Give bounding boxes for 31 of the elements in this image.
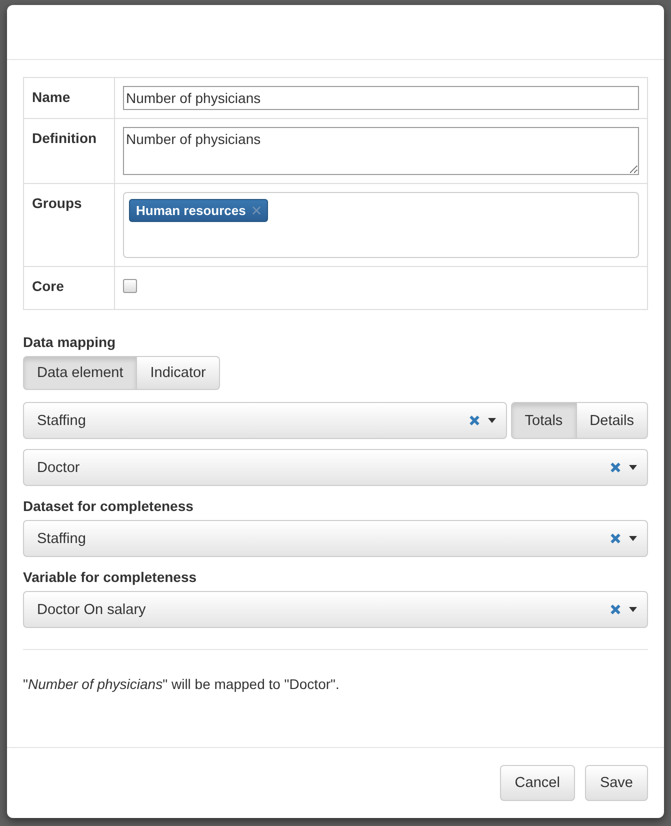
section-label: Data mapping (23, 334, 117, 350)
field-label: Groups (32, 195, 82, 211)
caret-icon (629, 465, 637, 470)
caret-icon (629, 536, 637, 541)
caret-icon (488, 418, 496, 423)
toggle-button[interactable]: Details (576, 402, 648, 439)
caret-icon (629, 607, 637, 612)
select-field[interactable]: Doctor (23, 449, 648, 486)
toggle-button[interactable]: Totals (510, 402, 577, 439)
select-field[interactable]: Doctor On salary (23, 591, 648, 628)
tag: Human resources (129, 199, 268, 222)
clear-icon[interactable] (610, 462, 621, 473)
dialog-button[interactable]: Cancel (500, 765, 575, 801)
field-label: Dataset for completeness (23, 498, 194, 514)
field-label: Core (32, 278, 64, 294)
tag-field[interactable]: Human resources (123, 192, 639, 258)
field-label: Name (32, 89, 70, 105)
text-field[interactable]: Number of physicians (123, 86, 639, 110)
checkbox[interactable] (123, 279, 137, 293)
clear-icon[interactable] (468, 415, 480, 426)
select-field[interactable]: Staffing (23, 402, 507, 439)
text-area[interactable]: Number of physicians (123, 127, 639, 175)
clear-icon[interactable] (610, 533, 621, 544)
mapping-summary: "Number of physicians" will be mapped to "Doctor". (23, 676, 340, 692)
field-label: Variable for completeness (23, 569, 198, 585)
select-field[interactable]: Staffing (23, 520, 648, 557)
field-label: Definition (32, 130, 97, 146)
toggle-button[interactable]: Data element (23, 356, 138, 390)
dialog-button[interactable]: Save (584, 765, 648, 801)
clear-icon[interactable] (610, 604, 621, 615)
toggle-button[interactable]: Indicator (137, 356, 220, 390)
